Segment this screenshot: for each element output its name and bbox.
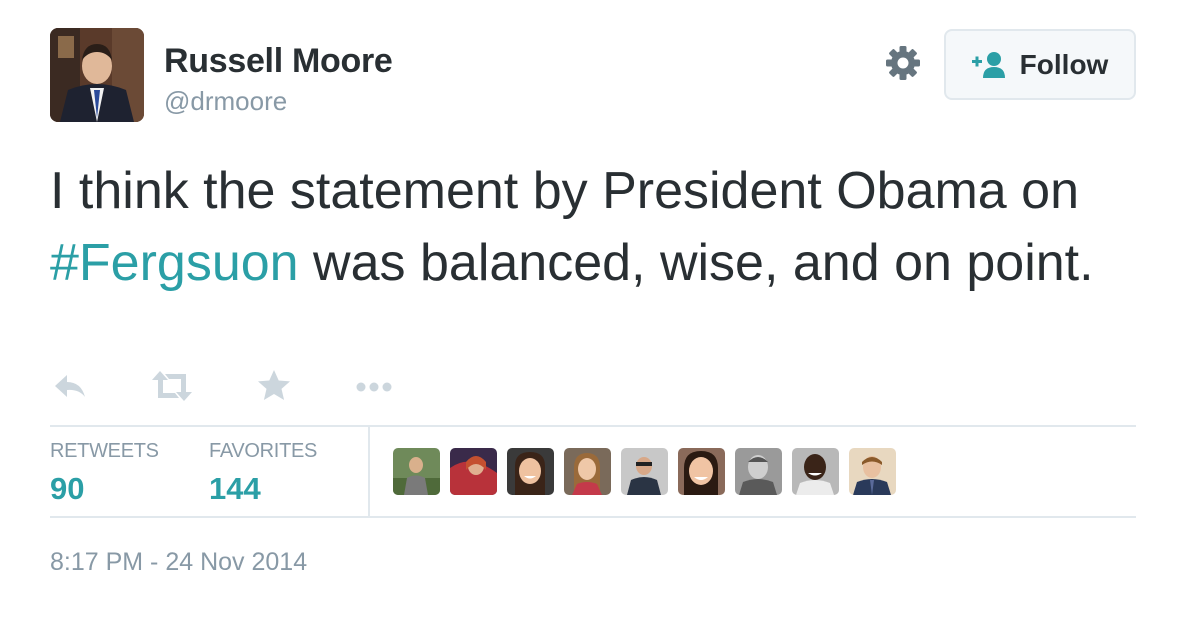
retweets-stat[interactable]: RETWEETS 90: [50, 440, 159, 507]
favoriter-avatar[interactable]: [678, 448, 725, 495]
tweet-text: I think the statement by President Obama…: [50, 155, 1150, 299]
author-handle[interactable]: @drmoore: [164, 86, 287, 117]
favoriter-avatar[interactable]: [792, 448, 839, 495]
favorites-stat[interactable]: FAVORITES 144: [209, 440, 317, 507]
tweet-timestamp[interactable]: 8:17 PM - 24 Nov 2014: [50, 548, 307, 577]
follow-user-plus-icon: [971, 51, 1005, 78]
favoriter-avatar[interactable]: [564, 448, 611, 495]
favoriter-avatar[interactable]: [621, 448, 668, 495]
favoriter-avatar[interactable]: [450, 448, 497, 495]
stats-top-divider: [50, 425, 1136, 427]
tweet-text-after: was balanced, wise, and on point.: [298, 234, 1094, 292]
favoriter-avatar[interactable]: [507, 448, 554, 495]
favoriter-avatars: [393, 448, 896, 495]
gear-icon[interactable]: [882, 42, 924, 84]
hashtag-link[interactable]: #Fergsuon: [50, 234, 299, 292]
favoriter-avatar[interactable]: [735, 448, 782, 495]
retweets-count: 90: [50, 471, 85, 506]
follow-button[interactable]: Follow: [944, 29, 1136, 100]
more-dots-icon[interactable]: [352, 366, 396, 410]
retweet-icon[interactable]: [150, 366, 194, 410]
stats-bottom-divider: [50, 516, 1136, 518]
follow-button-label: Follow: [1019, 48, 1109, 80]
author-photo: [50, 28, 144, 122]
author-avatar[interactable]: [50, 28, 144, 122]
favorites-label: FAVORITES: [209, 440, 318, 462]
stats-vertical-divider: [368, 427, 370, 516]
favorite-star-icon[interactable]: [254, 366, 298, 410]
reply-icon[interactable]: [50, 366, 94, 410]
favoriter-avatar[interactable]: [849, 448, 896, 495]
author-name[interactable]: Russell Moore: [164, 42, 393, 81]
favoriter-avatar[interactable]: [393, 448, 440, 495]
tweet-text-before: I think the statement by President Obama…: [50, 162, 1080, 220]
retweets-label: RETWEETS: [50, 440, 159, 462]
favorites-count: 144: [209, 471, 261, 506]
